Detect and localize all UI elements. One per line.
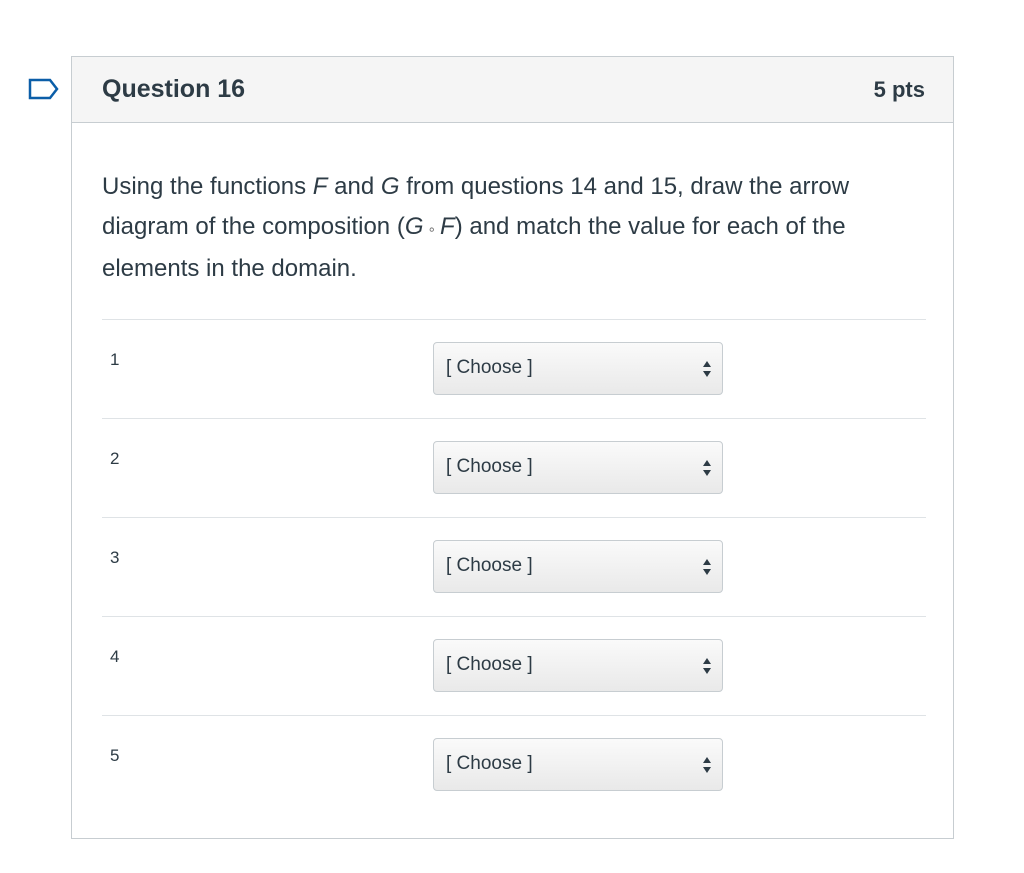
question-title: Question 16 — [102, 75, 246, 103]
answer-row: 5 [ Choose ] — [102, 715, 926, 814]
question-card: Question 16 5 pts Using the functions F … — [71, 56, 954, 839]
answer-select[interactable]: [ Choose ] — [433, 540, 723, 593]
answer-label: 1 — [110, 350, 120, 369]
answer-row: 2 [ Choose ] — [102, 418, 926, 517]
answer-label: 3 — [110, 548, 120, 567]
updown-arrows-icon — [703, 757, 711, 773]
answer-label: 5 — [110, 746, 120, 765]
flag-question-icon[interactable] — [28, 78, 60, 100]
question-header: Question 16 5 pts — [72, 57, 953, 123]
updown-arrows-icon — [703, 361, 711, 377]
answer-row: 4 [ Choose ] — [102, 616, 926, 715]
updown-arrows-icon — [703, 658, 711, 674]
updown-arrows-icon — [703, 460, 711, 476]
answer-row: 1 [ Choose ] — [102, 319, 926, 418]
question-points: 5 pts — [873, 77, 925, 102]
updown-arrows-icon — [703, 559, 711, 575]
answer-label: 4 — [110, 647, 120, 666]
answer-select[interactable]: [ Choose ] — [433, 738, 723, 791]
answer-select[interactable]: [ Choose ] — [433, 342, 723, 395]
select-value: [ Choose ] — [446, 555, 533, 576]
select-value: [ Choose ] — [446, 456, 533, 477]
answer-list: 1 [ Choose ] 2 [ Choose ] 3 [ Choose ] 4… — [102, 319, 926, 814]
answer-select[interactable]: [ Choose ] — [433, 639, 723, 692]
answer-label: 2 — [110, 449, 120, 468]
question-text: Using the functions F and G from questio… — [102, 173, 850, 282]
answer-row: 3 [ Choose ] — [102, 517, 926, 616]
select-value: [ Choose ] — [446, 357, 533, 378]
answer-select[interactable]: [ Choose ] — [433, 441, 723, 494]
select-value: [ Choose ] — [446, 654, 533, 675]
select-value: [ Choose ] — [446, 753, 533, 774]
